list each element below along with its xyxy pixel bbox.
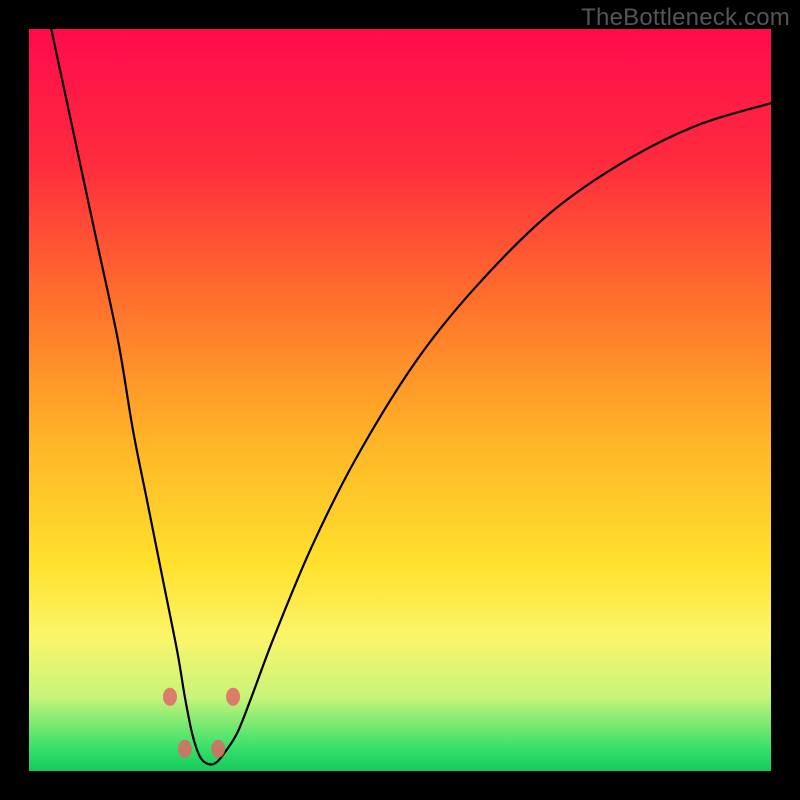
chart-background-gradient (29, 29, 771, 771)
bottleneck-chart (29, 29, 771, 771)
chart-frame (29, 29, 771, 771)
marker-left-upper (163, 688, 177, 706)
watermark-text: TheBottleneck.com (581, 4, 790, 32)
marker-right-lower (211, 740, 225, 758)
marker-left-lower (178, 740, 192, 758)
marker-right-upper (226, 688, 240, 706)
